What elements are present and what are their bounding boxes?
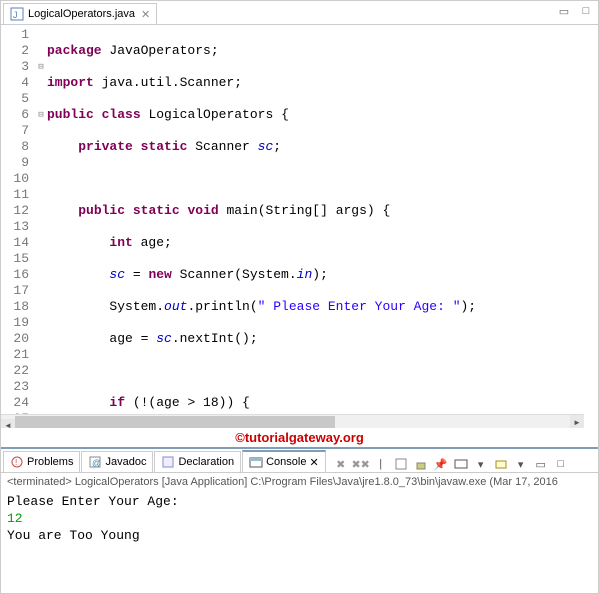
remove-all-icon[interactable]: ✖✖ [353, 456, 369, 472]
tab-javadoc-label: Javadoc [105, 456, 146, 468]
scroll-left-icon[interactable]: ◄ [1, 419, 15, 429]
svg-text:!: ! [15, 458, 17, 467]
svg-text:@: @ [92, 458, 101, 468]
console-line: Please Enter Your Age: [7, 493, 592, 510]
editor-tab-bar: J LogicalOperators.java ✕ ▭ □ [1, 1, 598, 25]
scroll-lock-icon[interactable] [413, 456, 429, 472]
sep: | [373, 456, 389, 472]
console-input-echo: 12 [7, 510, 592, 527]
remove-launch-icon[interactable]: ✖ [333, 456, 349, 472]
java-file-icon: J [10, 7, 24, 21]
javadoc-icon: @ [88, 455, 102, 469]
minimize-icon[interactable]: ▭ [556, 3, 572, 19]
scroll-right-icon[interactable]: ► [570, 415, 584, 428]
maximize-icon[interactable]: □ [578, 3, 594, 19]
console-status: <terminated> LogicalOperators [Java Appl… [1, 473, 598, 491]
tab-console[interactable]: Console ✕ [242, 450, 326, 472]
bottom-tab-bar: ! Problems @ Javadoc Declaration Console… [1, 449, 598, 473]
editor-tab[interactable]: J LogicalOperators.java ✕ [3, 3, 157, 24]
console-toolbar: ✖ ✖✖ | 📌 ▾ ▾ ▭ □ [333, 456, 569, 472]
console-line: You are Too Young [7, 527, 592, 544]
clear-console-icon[interactable] [393, 456, 409, 472]
editor-tab-label: LogicalOperators.java [28, 8, 135, 20]
tab-problems[interactable]: ! Problems [3, 451, 80, 472]
minimize-icon[interactable]: ▭ [533, 456, 549, 472]
code-editor[interactable]: 1234567891011121314151617181920212223242… [1, 25, 598, 428]
console-output[interactable]: Please Enter Your Age: 12 You are Too Yo… [1, 491, 598, 546]
tab-javadoc[interactable]: @ Javadoc [81, 451, 153, 472]
problems-icon: ! [10, 455, 24, 469]
tab-problems-label: Problems [27, 456, 73, 468]
svg-text:J: J [13, 10, 18, 20]
display-console-icon[interactable] [453, 456, 469, 472]
code-content[interactable]: package JavaOperators; import java.util.… [47, 25, 598, 428]
bottom-panel: ! Problems @ Javadoc Declaration Console… [1, 447, 598, 546]
console-icon [249, 455, 263, 469]
declaration-icon [161, 455, 175, 469]
close-icon[interactable]: ✕ [141, 8, 150, 21]
watermark-text: ©tutorialgateway.org [1, 428, 598, 447]
open-console-icon[interactable] [493, 456, 509, 472]
tab-console-label: Console [266, 456, 306, 468]
close-icon[interactable]: ✕ [309, 456, 318, 469]
tab-declaration[interactable]: Declaration [154, 451, 241, 472]
line-gutter: 1234567891011121314151617181920212223242… [1, 25, 35, 428]
pin-console-icon[interactable]: 📌 [433, 456, 449, 472]
folding-bar: ⊟⊟ [35, 25, 47, 428]
dropdown-icon[interactable]: ▾ [513, 456, 529, 472]
horizontal-scrollbar[interactable]: ◄► [1, 414, 584, 428]
maximize-icon[interactable]: □ [553, 456, 569, 472]
dropdown-icon[interactable]: ▾ [473, 456, 489, 472]
tab-declaration-label: Declaration [178, 456, 234, 468]
